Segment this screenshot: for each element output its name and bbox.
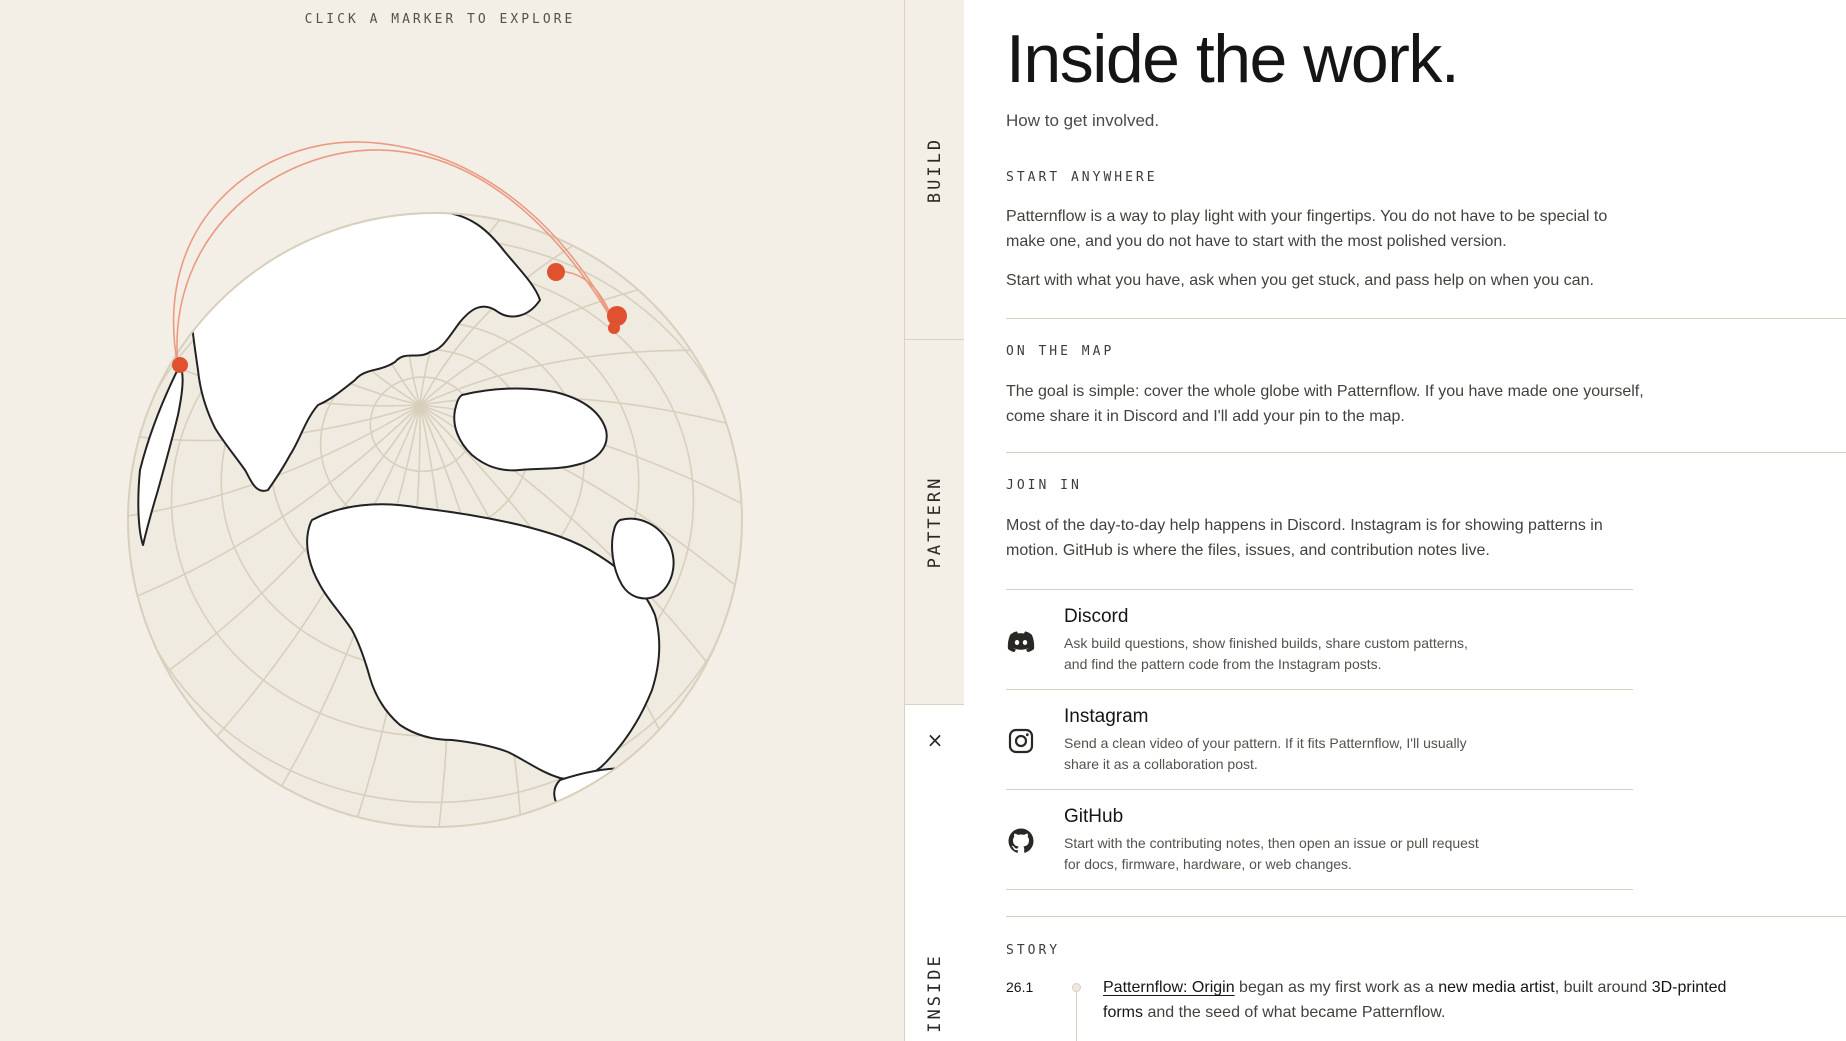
section-divider bbox=[1006, 452, 1846, 453]
section-label-story: STORY bbox=[1006, 943, 1061, 958]
social-name: Instagram bbox=[1064, 706, 1149, 727]
map-marker[interactable] bbox=[172, 357, 188, 373]
section-tabs: BUILD PATTERN INSIDE × bbox=[904, 0, 965, 1041]
tab-inside-label: INSIDE bbox=[925, 953, 945, 1033]
section-label-on-the-map: ON THE MAP bbox=[1006, 344, 1115, 359]
timeline-line bbox=[1076, 992, 1077, 1041]
social-name: Discord bbox=[1064, 606, 1129, 627]
github-icon bbox=[1008, 828, 1034, 853]
story-text-part: and the seed of what became Patternflow. bbox=[1143, 1004, 1446, 1021]
section-paragraph: Start with what you have, ask when you g… bbox=[1006, 272, 1594, 289]
social-link-discord[interactable]: Discord Ask build questions, show finish… bbox=[1006, 590, 1633, 690]
page-title: Inside the work. bbox=[1006, 21, 1460, 97]
instagram-icon bbox=[1008, 728, 1034, 754]
timeline-dot bbox=[1072, 983, 1081, 992]
story-link-origin[interactable]: Patternflow: Origin bbox=[1103, 979, 1235, 996]
globe-panel[interactable]: CLICK A MARKER TO EXPLORE bbox=[0, 0, 904, 1041]
social-description: Send a clean video of your pattern. If i… bbox=[1064, 735, 1467, 772]
story-text: Patternflow: Origin began as my first wo… bbox=[1103, 975, 1743, 1025]
section-label-join-in: JOIN IN bbox=[1006, 478, 1082, 493]
tab-inside[interactable]: INSIDE bbox=[905, 705, 965, 1041]
inside-panel[interactable]: Inside the work. How to get involved. ST… bbox=[964, 0, 1846, 1041]
story-year: 26.1 bbox=[1006, 979, 1034, 995]
map-marker[interactable] bbox=[547, 263, 565, 281]
story-emphasis: new media artist bbox=[1438, 979, 1555, 996]
story-text-part: , built around bbox=[1554, 979, 1652, 996]
social-links: Discord Ask build questions, show finish… bbox=[1006, 589, 1633, 890]
tab-build[interactable]: BUILD bbox=[905, 0, 965, 340]
social-description: Ask build questions, show finished build… bbox=[1064, 635, 1468, 672]
section-divider bbox=[1006, 916, 1846, 917]
section-divider bbox=[1006, 318, 1846, 319]
globe[interactable] bbox=[0, 0, 904, 1041]
social-link-instagram[interactable]: Instagram Send a clean video of your pat… bbox=[1006, 690, 1633, 790]
page-subtitle: How to get involved. bbox=[1006, 111, 1160, 130]
section-paragraph: Most of the day-to-day help happens in D… bbox=[1006, 517, 1603, 559]
landmass-south bbox=[553, 767, 674, 827]
map-marker[interactable] bbox=[608, 322, 620, 334]
section-label-start-anywhere: START ANYWHERE bbox=[1006, 170, 1158, 185]
tab-build-label: BUILD bbox=[925, 136, 945, 203]
tab-pattern[interactable]: PATTERN bbox=[905, 340, 965, 705]
social-description: Start with the contributing notes, then … bbox=[1064, 835, 1479, 872]
app-root: CLICK A MARKER TO EXPLORE BUILD PATTERN … bbox=[0, 0, 1846, 1041]
section-paragraph: The goal is simple: cover the whole glob… bbox=[1006, 383, 1644, 425]
social-name: GitHub bbox=[1064, 806, 1124, 827]
social-link-github[interactable]: GitHub Start with the contributing notes… bbox=[1006, 790, 1633, 890]
close-icon[interactable]: × bbox=[922, 727, 948, 753]
tab-pattern-label: PATTERN bbox=[925, 475, 945, 569]
discord-icon bbox=[1007, 631, 1035, 652]
story-text-part: began as my first work as a bbox=[1234, 979, 1439, 996]
section-paragraph: Patternflow is a way to play light with … bbox=[1006, 208, 1608, 250]
